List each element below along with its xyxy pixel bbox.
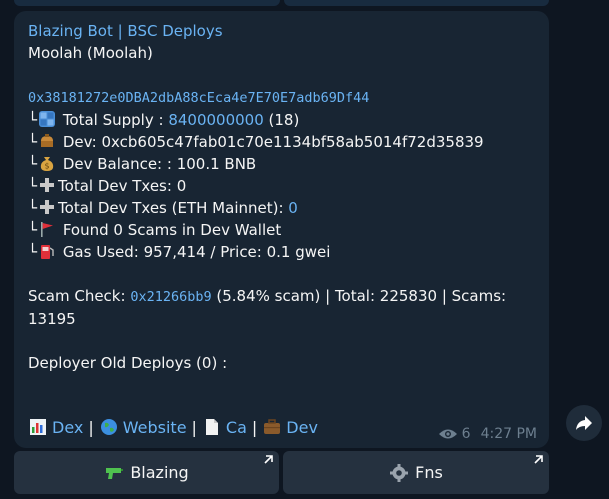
previous-button-edge-left bbox=[14, 0, 280, 6]
flag-icon bbox=[41, 222, 54, 237]
links-row: Dex | Website | Ca | Dev bbox=[28, 415, 318, 439]
separator: | bbox=[88, 417, 94, 437]
deployer-old-deploys: Deployer Old Deploys (0) : bbox=[28, 354, 228, 372]
total-supply-value[interactable]: 8400000000 bbox=[168, 111, 263, 129]
found-scams-text: Found 0 Scams in Dev Wallet bbox=[62, 221, 282, 239]
ca-link[interactable]: Ca bbox=[226, 418, 247, 437]
previous-message-edge bbox=[14, 0, 549, 6]
bot-name-line: Blazing Bot | BSC Deploys bbox=[28, 20, 535, 42]
dev-balance-line: └ $ Dev Balance: : 100.1 BNB bbox=[28, 153, 535, 175]
tree-mark: └ bbox=[28, 111, 38, 129]
total-dev-txes-line: └ Total Dev Txes: 0 bbox=[28, 175, 535, 197]
contract-address[interactable]: 0x38181272e0DBA2dbA88cEca4e7E70E7adb69Df… bbox=[28, 90, 369, 106]
token-name: Moolah (Moolah) bbox=[28, 44, 153, 62]
svg-text:$: $ bbox=[44, 162, 49, 171]
eye-icon bbox=[438, 429, 457, 439]
scam-check-line: Scam Check: 0x21266bb9 (5.84% scam) | To… bbox=[28, 285, 535, 308]
gas-value: 957,414 / Price: 0.1 gwei bbox=[143, 243, 331, 261]
fns-button[interactable]: Fns bbox=[283, 451, 549, 494]
dev-balance-label: Dev Balance: bbox=[62, 155, 167, 173]
tree-mark: └ bbox=[28, 199, 38, 217]
dev-label: Dev: bbox=[62, 133, 102, 151]
message-time: 4:27 PM bbox=[480, 426, 537, 442]
total-supply-line: └ Total Supply : 8400000000 (18) bbox=[28, 109, 535, 131]
website-link[interactable]: Website bbox=[123, 418, 187, 437]
plus-icon bbox=[40, 200, 55, 214]
message-bubble: Blazing Bot | BSC Deploys Moolah (Moolah… bbox=[14, 11, 549, 448]
view-count: 6 bbox=[461, 426, 471, 442]
fuel-icon bbox=[41, 245, 54, 259]
share-button[interactable] bbox=[566, 405, 602, 441]
water-gun-icon bbox=[106, 467, 124, 479]
total-dev-txes-label: Total Dev Txes: bbox=[58, 177, 177, 195]
dev-address: 0xcb605c47fab01c70e1134bf58ab5014f72d358… bbox=[101, 133, 484, 151]
message-meta: 6 4:27 PM bbox=[438, 426, 537, 442]
dev-line: └ Dev: 0xcb605c47fab01c70e1134bf58ab5014… bbox=[28, 131, 535, 153]
chart-icon bbox=[30, 419, 46, 435]
briefcase-icon bbox=[264, 419, 281, 434]
tree-mark: └ bbox=[28, 177, 38, 195]
total-supply-label: Total Supply : bbox=[62, 111, 169, 129]
scam-check-hash[interactable]: 0x21266bb9 bbox=[130, 289, 211, 305]
scam-check-rest: (5.84% scam) | Total: 225830 | Scams: bbox=[211, 287, 507, 305]
gas-line: └ Gas Used: 957,414 / Price: 0.1 gwei bbox=[28, 241, 535, 263]
bot-name[interactable]: Blazing Bot | BSC Deploys bbox=[28, 22, 223, 40]
moneybag-icon bbox=[41, 134, 54, 147]
dex-link[interactable]: Dex bbox=[52, 418, 83, 437]
fns-button-label: Fns bbox=[415, 463, 443, 482]
share-arrow-icon bbox=[576, 416, 592, 430]
scams-count: 13195 bbox=[28, 310, 76, 328]
external-arrow-icon bbox=[264, 455, 273, 464]
numbers-icon bbox=[39, 111, 56, 127]
dev-link[interactable]: Dev bbox=[286, 418, 318, 437]
found-scams-line: └ Found 0 Scams in Dev Wallet bbox=[28, 219, 535, 241]
separator: | bbox=[191, 417, 197, 437]
tree-mark: └ bbox=[28, 221, 38, 239]
contract-address-line: 0x38181272e0DBA2dbA88cEca4e7E70E7adb69Df… bbox=[28, 86, 535, 109]
total-supply-suffix: (18) bbox=[263, 111, 300, 129]
dollar-bag-icon: $ bbox=[40, 157, 54, 171]
scam-check-label: Scam Check: bbox=[28, 287, 131, 305]
plus-icon bbox=[40, 178, 55, 192]
total-dev-txes-eth-line: └ Total Dev Txes (ETH Mainnet): 0 bbox=[28, 197, 535, 219]
globe-icon bbox=[100, 419, 117, 435]
external-arrow-icon bbox=[534, 455, 543, 464]
blazing-button[interactable]: Blazing bbox=[14, 451, 279, 494]
blazing-button-label: Blazing bbox=[130, 463, 189, 482]
previous-button-edge-right bbox=[283, 0, 549, 6]
gas-label: Gas Used: bbox=[62, 243, 144, 261]
total-dev-txes-eth-label: Total Dev Txes (ETH Mainnet): bbox=[58, 199, 289, 217]
gear-icon bbox=[390, 463, 409, 482]
separator: | bbox=[251, 417, 258, 437]
tree-mark: └ bbox=[28, 243, 38, 261]
document-icon bbox=[205, 419, 218, 435]
tree-mark: └ bbox=[28, 155, 38, 173]
tree-mark: └ bbox=[28, 133, 38, 151]
total-dev-txes-eth-value[interactable]: 0 bbox=[288, 199, 298, 217]
total-dev-txes-value: 0 bbox=[176, 177, 187, 195]
dev-balance-value: : 100.1 BNB bbox=[166, 155, 257, 173]
